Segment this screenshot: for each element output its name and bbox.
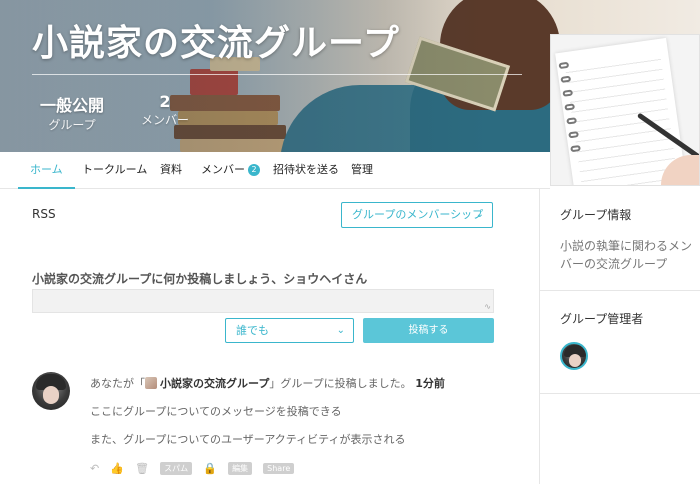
banner-divider	[32, 74, 522, 75]
audience-select-value: 誰でも	[236, 324, 269, 337]
edit-button[interactable]: 編集	[228, 462, 253, 475]
resize-handle-icon[interactable]: ∿	[484, 302, 491, 311]
spam-button[interactable]: スパム	[160, 462, 193, 475]
activity-group-link[interactable]: 小説家の交流グループ	[160, 377, 269, 390]
tab-documents-label: 資料	[160, 163, 182, 176]
tab-talkroom[interactable]: トークルーム	[82, 152, 147, 189]
activity-message-2: また、グループについてのユーザーアクティビティが表示される	[90, 433, 406, 446]
tab-send-invites[interactable]: 招待状を送る	[273, 152, 339, 189]
column-divider	[539, 189, 540, 484]
group-title: 小説家の交流グループ	[32, 23, 400, 64]
tab-talkroom-label: トークルーム	[82, 163, 148, 176]
lock-icon[interactable]: 🔒	[203, 462, 217, 475]
tab-send-invites-label: 招待状を送る	[273, 163, 339, 176]
activity-message-1: ここにグループについてのメッセージを投稿できる	[90, 405, 342, 418]
tab-manage[interactable]: 管理	[351, 152, 373, 189]
thumbs-up-icon[interactable]: 👍	[110, 462, 124, 475]
group-nav: ホーム トークルーム 資料 メンバー 2 招待状を送る 管理	[0, 152, 550, 189]
share-button[interactable]: Share	[263, 463, 295, 474]
group-info-description: 小説の執筆に関わるメンバーの交流グループ	[560, 239, 693, 271]
rss-link[interactable]: RSS	[32, 207, 56, 221]
user-avatar[interactable]	[32, 372, 70, 410]
group-avatar-image	[550, 34, 700, 186]
tab-members[interactable]: メンバー 2	[201, 152, 260, 189]
reply-icon[interactable]: ↶	[90, 462, 99, 475]
activity-header: あなたが「 小説家の交流グループ」グループに投稿しました。 1分前	[90, 375, 445, 391]
membership-dropdown-button[interactable]: グループのメンバーシップ ⌄	[341, 202, 493, 228]
member-count: 2	[159, 92, 171, 111]
admin-avatar[interactable]	[560, 342, 588, 370]
activity-suffix: 」グループに投稿しました。	[269, 377, 412, 390]
group-privacy-stat: 一般公開 グループ	[32, 92, 112, 133]
activity-prefix: あなたが「	[90, 377, 145, 390]
group-privacy-caption: グループ	[48, 118, 96, 132]
sidebar-divider	[540, 290, 700, 291]
group-admin-title: グループ管理者	[560, 312, 644, 326]
member-count-stat[interactable]: 2 メンバー	[135, 92, 195, 128]
chevron-down-icon: ⌄	[336, 325, 345, 336]
tab-home-label: ホーム	[30, 163, 63, 176]
post-prompt: 小説家の交流グループに何か投稿しましょう、ショウヘイさん	[32, 272, 368, 286]
activity-actions: ↶ 👍 🗑 スパム 🔒 編集 Share	[90, 458, 300, 475]
tab-members-label: メンバー	[201, 163, 245, 176]
trash-icon[interactable]: 🗑	[135, 462, 149, 475]
post-textarea[interactable]: ∿	[32, 289, 494, 313]
activity-time[interactable]: 1分前	[415, 377, 445, 390]
tab-documents[interactable]: 資料	[160, 152, 182, 189]
tab-home[interactable]: ホーム	[18, 152, 75, 189]
sidebar-divider	[540, 393, 700, 394]
group-thumbnail-icon	[145, 377, 157, 389]
chevron-down-icon: ⌄	[475, 209, 484, 220]
group-info-title: グループ情報	[560, 208, 632, 222]
member-count-caption: メンバー	[140, 113, 189, 127]
audience-select[interactable]: 誰でも ⌄	[225, 318, 354, 343]
group-privacy: 一般公開	[39, 96, 104, 115]
membership-button-label: グループのメンバーシップ	[352, 208, 484, 221]
tab-manage-label: 管理	[351, 163, 373, 176]
members-count-badge: 2	[248, 164, 260, 176]
post-button[interactable]: 投稿する	[363, 318, 494, 343]
